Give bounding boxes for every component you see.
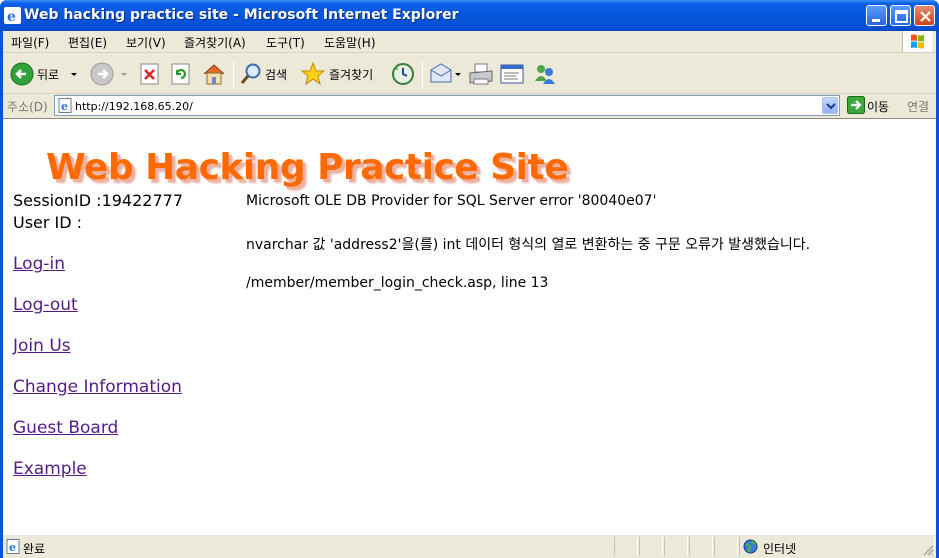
title-bar[interactable]: e Web hacking practice site - Microsoft … <box>0 0 939 31</box>
address-field[interactable]: e <box>54 95 840 116</box>
status-panel <box>714 537 738 556</box>
address-bar: 주소(D) e 이동 연결 <box>3 94 936 117</box>
search-icon[interactable] <box>239 61 263 87</box>
browser-chrome: 파일(F) 편집(E) 보기(V) 즐겨찾기(A) 도구(T) 도움말(H) 뒤 <box>3 31 936 558</box>
windows-flag-icon <box>902 31 932 52</box>
nav-link-join-us[interactable]: Join Us <box>13 336 71 356</box>
nav-link-login[interactable]: Log-in <box>13 254 65 274</box>
error-location: /member/member_login_check.asp, line 13 <box>246 275 549 291</box>
page-icon: e <box>58 98 72 113</box>
print-icon[interactable] <box>468 61 494 87</box>
go-arrow-icon <box>847 96 865 114</box>
menu-bar: 파일(F) 편집(E) 보기(V) 즐겨찾기(A) 도구(T) 도움말(H) <box>3 31 936 53</box>
close-button[interactable] <box>914 5 935 26</box>
address-input[interactable] <box>75 98 815 114</box>
minimize-icon <box>872 19 880 22</box>
menu-tools[interactable]: 도구(T) <box>266 34 305 51</box>
site-logo: Web Hacking Practice Site <box>46 147 569 188</box>
back-arrow-icon[interactable] <box>9 61 35 87</box>
status-bar: e 완료 인터넷 <box>3 534 936 558</box>
address-label: 주소(D) <box>7 100 48 114</box>
menu-file[interactable]: 파일(F) <box>11 34 49 51</box>
maximize-icon <box>895 10 908 23</box>
messenger-icon[interactable] <box>532 61 558 87</box>
nav-link-change-information[interactable]: Change Information <box>13 377 182 397</box>
nav-link-example[interactable]: Example <box>13 459 87 479</box>
close-icon <box>920 11 931 22</box>
search-button-label[interactable]: 검색 <box>265 66 287 83</box>
svg-text:e: e <box>7 9 16 24</box>
links-toolbar-label[interactable]: 연결 <box>907 98 929 115</box>
nav-link-guest-board[interactable]: Guest Board <box>13 418 118 438</box>
error-heading: Microsoft OLE DB Provider for SQL Server… <box>246 193 657 209</box>
menu-help[interactable]: 도움말(H) <box>324 34 376 51</box>
minimize-button[interactable] <box>866 5 887 26</box>
chevron-down-icon <box>826 103 836 110</box>
menu-favorites[interactable]: 즐겨찾기(A) <box>184 34 246 51</box>
window-title: Web hacking practice site - Microsoft In… <box>24 7 459 23</box>
status-panel <box>664 537 688 556</box>
go-button-label: 이동 <box>867 100 890 114</box>
status-text: 완료 <box>23 542 46 556</box>
internet-globe-icon <box>743 539 758 554</box>
go-button[interactable]: 이동 <box>845 96 903 115</box>
svg-text:e: e <box>61 100 68 113</box>
back-button-label[interactable]: 뒤로 <box>37 66 59 83</box>
toolbar-separator <box>233 60 234 88</box>
stop-icon[interactable] <box>139 61 161 87</box>
home-icon[interactable] <box>201 61 227 87</box>
status-panel <box>689 537 713 556</box>
favorites-button-label[interactable]: 즐겨찾기 <box>329 66 373 83</box>
page-done-icon: e <box>6 539 20 554</box>
page-viewport[interactable]: Web Hacking Practice Site SessionID :194… <box>3 118 936 534</box>
status-panel <box>614 537 638 556</box>
error-message: nvarchar 값 'address2'을(를) int 데이터 형식의 열로… <box>246 237 811 253</box>
toolbar-separator <box>422 60 423 88</box>
maximize-button[interactable] <box>890 5 911 26</box>
security-zone-text: 인터넷 <box>763 542 797 556</box>
nav-link-logout[interactable]: Log-out <box>13 295 78 315</box>
forward-arrow-icon[interactable] <box>89 61 115 87</box>
user-id-text: User ID : <box>13 213 83 232</box>
history-icon[interactable] <box>390 61 416 87</box>
status-panel <box>639 537 663 556</box>
address-dropdown-button[interactable] <box>822 97 838 114</box>
ie-window: e Web hacking practice site - Microsoft … <box>0 0 939 558</box>
session-id-text: SessionID :19422777 <box>13 191 183 210</box>
forward-dropdown-icon[interactable] <box>119 61 129 87</box>
ie-logo-icon: e <box>4 7 21 24</box>
mail-icon[interactable] <box>428 61 462 87</box>
menu-edit[interactable]: 편집(E) <box>68 34 107 51</box>
svg-text:e: e <box>9 541 16 554</box>
refresh-icon[interactable] <box>170 61 192 87</box>
standard-toolbar: 뒤로 검색 즐겨찾기 <box>3 54 936 94</box>
back-dropdown-icon[interactable] <box>69 61 79 87</box>
favorites-star-icon[interactable] <box>300 61 326 87</box>
edit-icon[interactable] <box>499 61 525 87</box>
menu-view[interactable]: 보기(V) <box>126 34 166 51</box>
resize-grip-icon[interactable] <box>922 544 934 556</box>
